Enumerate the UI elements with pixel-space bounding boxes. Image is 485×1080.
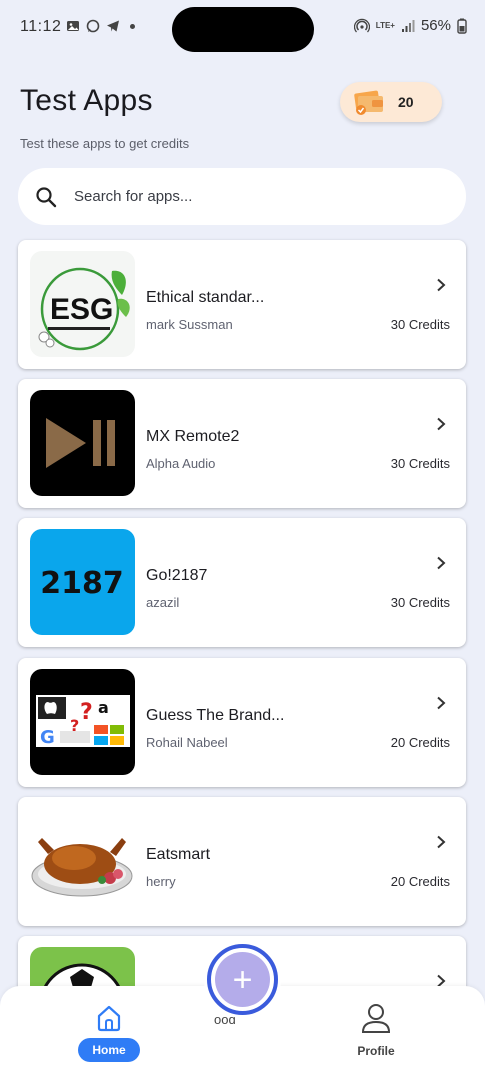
notification-icons bbox=[66, 19, 135, 33]
esg-logo-icon: ESG bbox=[30, 251, 135, 357]
add-app-button[interactable]: + bbox=[207, 944, 278, 1015]
status-bar: 11:12 LTE+ 56% bbox=[0, 0, 485, 56]
chevron-right-icon bbox=[437, 696, 446, 710]
search-bar[interactable] bbox=[18, 168, 466, 225]
nav-profile-label: Profile bbox=[357, 1044, 395, 1058]
telegram-icon bbox=[107, 20, 119, 32]
brand-collage-icon: ? a ? G bbox=[30, 669, 135, 775]
app-credits: 30 Credits bbox=[390, 595, 450, 610]
svg-text:a: a bbox=[98, 698, 109, 717]
app-name: Eatsmart bbox=[146, 846, 211, 863]
camera-cutout bbox=[172, 7, 314, 52]
credits-count: 20 bbox=[398, 94, 414, 110]
app-credits: 30 Credits bbox=[390, 317, 450, 332]
app-developer-partial: ood bbox=[214, 1012, 236, 1027]
svg-text:2187: 2187 bbox=[40, 566, 124, 601]
app-developer: mark Sussman bbox=[146, 317, 233, 332]
gallery-icon bbox=[67, 21, 79, 31]
app-card[interactable]: ESG Ethical standar... mark Sussman 30 C… bbox=[18, 240, 466, 369]
chevron-right-icon bbox=[437, 835, 446, 849]
app-developer: Rohail Nabeel bbox=[146, 735, 228, 750]
svg-text:ESG: ESG bbox=[50, 293, 113, 326]
app-name: Guess The Brand... bbox=[146, 707, 285, 724]
hotspot-icon bbox=[353, 18, 370, 32]
status-time: 11:12 bbox=[20, 18, 62, 35]
app-credits: 20 Credits bbox=[390, 735, 450, 750]
more-notifications-dot bbox=[130, 23, 135, 29]
chevron-right-icon bbox=[437, 556, 446, 570]
lte-indicator: LTE+ bbox=[375, 20, 395, 30]
app-card[interactable]: Eatsmart herry 20 Credits bbox=[18, 797, 466, 926]
chevron-right-icon bbox=[437, 278, 446, 292]
search-input[interactable] bbox=[74, 168, 454, 225]
app-card[interactable]: ? a ? G Guess The Brand... Rohail Nabeel… bbox=[18, 658, 466, 787]
go2187-logo-icon: 2187 bbox=[30, 529, 135, 635]
home-icon bbox=[97, 1005, 121, 1032]
page-subtitle: Test these apps to get credits bbox=[20, 136, 190, 151]
app-credits: 30 Credits bbox=[390, 456, 450, 471]
nav-home[interactable]: Home bbox=[78, 1000, 140, 1064]
credits-badge[interactable]: 20 bbox=[340, 82, 442, 122]
app-name: Go!2187 bbox=[146, 567, 208, 584]
app-credits: 20 Credits bbox=[390, 874, 450, 889]
battery-percent: 56% bbox=[420, 17, 451, 34]
svg-text:G: G bbox=[40, 727, 55, 748]
nav-home-label: Home bbox=[78, 1038, 140, 1062]
app-name: MX Remote2 bbox=[146, 428, 240, 445]
chevron-right-icon bbox=[437, 417, 446, 431]
page-title: Test Apps bbox=[20, 84, 153, 117]
app-card[interactable]: 2187 Go!2187 azazil 30 Credits bbox=[18, 518, 466, 647]
plus-icon: + bbox=[215, 952, 270, 1007]
app-card[interactable]: MX Remote2 Alpha Audio 30 Credits bbox=[18, 379, 466, 508]
roast-chicken-icon bbox=[30, 808, 135, 914]
app-developer: azazil bbox=[146, 595, 180, 610]
whatsapp-icon bbox=[86, 19, 100, 33]
app-developer: herry bbox=[146, 874, 176, 889]
nav-profile[interactable]: Profile bbox=[348, 1000, 404, 1064]
battery-icon bbox=[457, 18, 467, 34]
app-name: Ethical standar... bbox=[146, 289, 265, 306]
app-developer: Alpha Audio bbox=[146, 456, 216, 471]
svg-text:?: ? bbox=[80, 700, 93, 725]
play-pause-icon bbox=[30, 390, 135, 496]
profile-icon bbox=[361, 1004, 391, 1033]
search-icon bbox=[36, 187, 57, 208]
status-right: LTE+ 56% bbox=[353, 17, 467, 34]
signal-icon bbox=[401, 19, 415, 32]
wallet-icon bbox=[354, 90, 383, 115]
